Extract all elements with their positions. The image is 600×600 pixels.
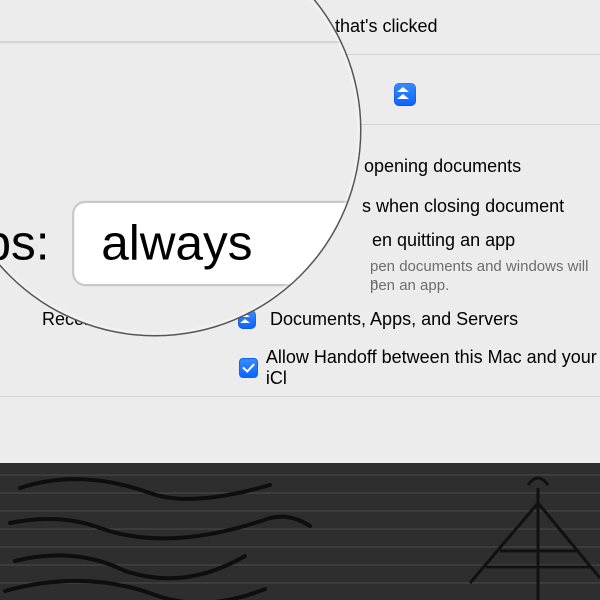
handoff-row[interactable]: Allow Handoff between this Mac and your … [239,347,600,389]
close-explain-2: pen an app. [370,277,449,294]
preferences-pane: spot that's clicked ult opening document… [0,0,600,600]
magnifier-lens: : Safari tabs: always Ask to ke Close [0,0,360,335]
ask-keep-suffix: s when closing document [362,196,564,217]
prefer-tabs-select[interactable]: always [72,201,360,287]
ask-keep-row[interactable]: Ask to ke [23,327,361,335]
handoff-label: Allow Handoff between this Mac and your … [266,347,600,389]
prefer-tabs-suffix: opening documents [364,156,521,177]
handoff-checkbox[interactable] [239,358,258,378]
tabs-label: tabs: [0,214,72,273]
default-browser-popup[interactable] [394,83,416,111]
ask-keep-label: Ask to ke [108,327,312,335]
close-quitting-suffix: en quitting an app [372,230,515,251]
ask-keep-checkbox[interactable] [23,327,82,335]
section-divider-3 [0,396,600,397]
default-row-mag [0,88,360,147]
desktop-wallpaper [0,463,600,600]
